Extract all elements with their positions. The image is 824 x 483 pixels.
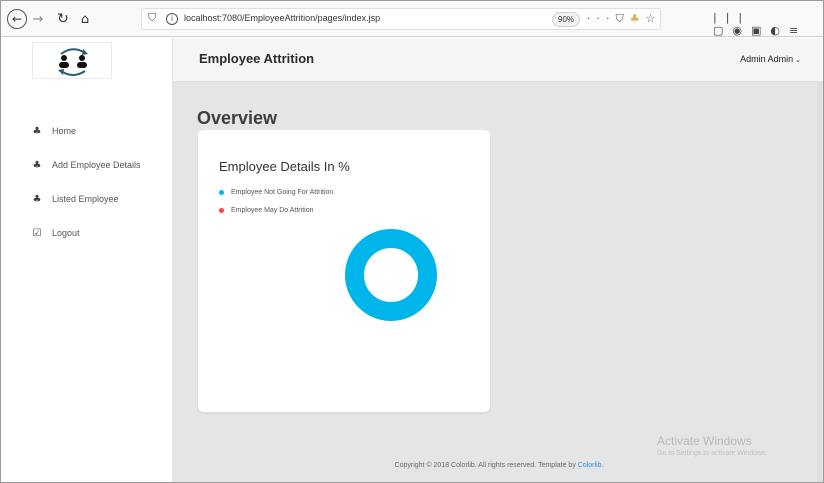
- sidebar-item-label: Logout: [52, 228, 80, 238]
- app-header: Employee Attrition Admin Admin ⌄: [173, 38, 823, 82]
- more-actions-icon[interactable]: ···: [587, 12, 616, 25]
- users-icon: ♣: [32, 159, 42, 171]
- sidebar-item-add-employee-details[interactable]: ♣ Add Employee Details: [1, 148, 173, 182]
- scrollbar[interactable]: [817, 82, 823, 482]
- attrition-logo-icon: [58, 48, 88, 76]
- pocket-icon[interactable]: ⛉: [616, 12, 630, 25]
- sidebar: ♣ Home ♣ Add Employee Details ♣ Listed E…: [1, 38, 173, 482]
- user-name: Admin Admin: [740, 54, 794, 64]
- copyright-text: Copyright © 2018 Colorlib. All rights re…: [394, 462, 578, 469]
- users-icon: ♣: [32, 125, 42, 137]
- chevron-down-icon: ⌄: [795, 57, 801, 64]
- browser-tool-icons: |||▢◉▣◐≡: [713, 11, 823, 37]
- sidebar-item-label: Add Employee Details: [52, 160, 141, 170]
- user-menu[interactable]: Admin Admin ⌄: [740, 54, 801, 64]
- zoom-level-badge[interactable]: 90%: [552, 12, 581, 27]
- sidebar-item-listed-employee[interactable]: ♣ Listed Employee: [1, 182, 173, 216]
- back-arrow-icon[interactable]: ←: [7, 9, 27, 29]
- library-icon[interactable]: |||: [713, 11, 751, 24]
- donut-slice-employee-not-going-for-attrition[interactable]: [345, 229, 437, 321]
- menu-icon[interactable]: ≡: [789, 24, 807, 37]
- app-logo[interactable]: [32, 42, 112, 79]
- browser-window: ← → ↻ ⌂ ⛉ i localhost:7080/EmployeeAttri…: [0, 0, 824, 483]
- url-text[interactable]: localhost:7080/EmployeeAttrition/pages/i…: [184, 13, 380, 23]
- sidebar-item-home[interactable]: ♣ Home: [1, 114, 173, 148]
- account-icon[interactable]: ◉: [732, 24, 751, 37]
- shield-icon: ⛉: [148, 11, 157, 24]
- employee-details-card: Employee Details In % Employee Not Going…: [198, 130, 490, 412]
- leaf-icon[interactable]: ♣: [630, 12, 646, 25]
- app: ♣ Home ♣ Add Employee Details ♣ Listed E…: [1, 38, 823, 482]
- app-title: Employee Attrition: [199, 51, 315, 66]
- sidebar-item-logout[interactable]: ☑ Logout: [1, 216, 173, 250]
- main-content: Overview Employee Details In % Employee …: [173, 82, 823, 482]
- screenshot-icon[interactable]: ▣: [751, 24, 770, 37]
- users-icon: ♣: [32, 193, 42, 205]
- url-bar[interactable]: ⛉ i localhost:7080/EmployeeAttrition/pag…: [141, 8, 661, 30]
- extension-icon[interactable]: ◐: [770, 24, 789, 37]
- activate-windows-title: Activate Windows: [657, 434, 752, 448]
- sidebar-menu: ♣ Home ♣ Add Employee Details ♣ Listed E…: [1, 114, 173, 250]
- footer-suffix: .: [601, 462, 604, 469]
- donut-chart: [345, 229, 437, 321]
- sidebar-item-label: Home: [52, 126, 77, 136]
- url-actions: ···⛉♣☆: [587, 12, 662, 26]
- page-title: Overview: [197, 108, 278, 128]
- sidebar-item-label: Listed Employee: [52, 194, 119, 204]
- browser-toolbar: ← → ↻ ⌂ ⛉ i localhost:7080/EmployeeAttri…: [1, 1, 823, 37]
- bookmark-star-icon[interactable]: ☆: [646, 12, 662, 25]
- activate-windows-subtitle: Go to Settings to activate Windows.: [657, 450, 768, 457]
- forward-arrow-icon[interactable]: →: [31, 9, 45, 29]
- colorlib-link[interactable]: Colorlib: [578, 462, 602, 469]
- checkbox-icon: ☑: [32, 227, 42, 239]
- page-footer: Copyright © 2018 Colorlib. All rights re…: [173, 462, 823, 469]
- home-icon[interactable]: ⌂: [77, 9, 93, 29]
- sidebar-toggle-icon[interactable]: ▢: [713, 24, 732, 37]
- info-icon[interactable]: i: [166, 13, 178, 25]
- reload-icon[interactable]: ↻: [55, 9, 71, 29]
